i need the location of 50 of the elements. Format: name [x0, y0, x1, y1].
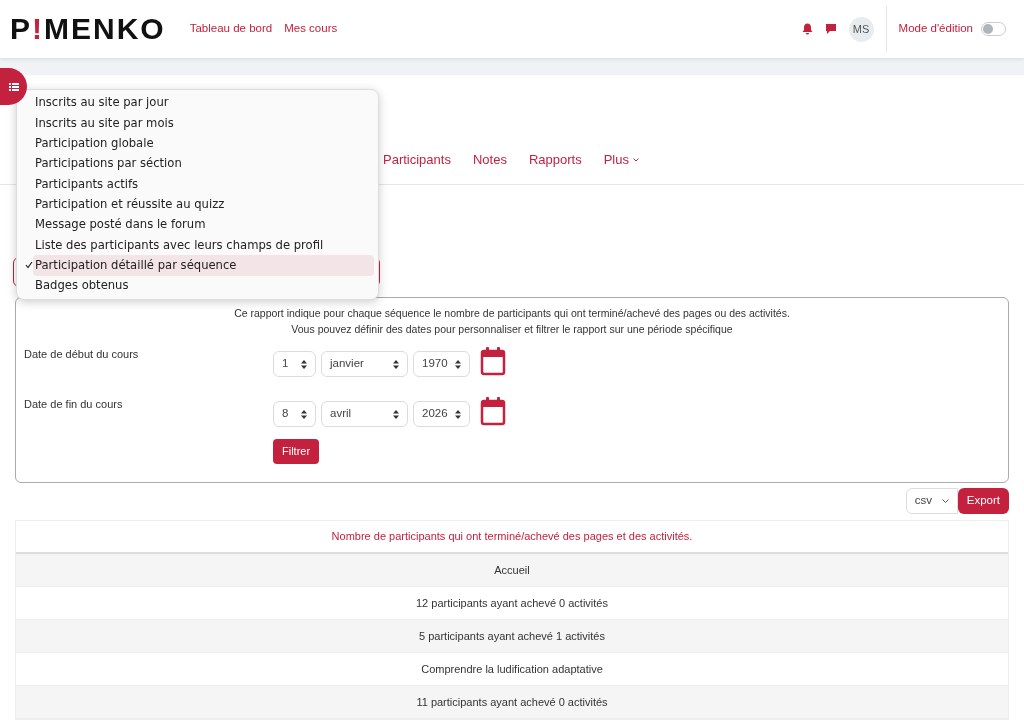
menu-item[interactable]: Participation globale — [33, 133, 374, 154]
menu-item[interactable]: Participations par séction — [33, 153, 374, 175]
dropdown[interactable]: janvier — [321, 351, 408, 377]
calendar-icon[interactable] — [480, 396, 506, 426]
course-tab[interactable]: Notes — [472, 150, 507, 178]
dropdown[interactable]: 2026 — [413, 401, 470, 427]
table-cell: 11 participants ayant achevé 0 activités — [16, 686, 1008, 719]
caret-icon — [941, 499, 949, 503]
course-tab[interactable]: Rapports — [528, 150, 582, 178]
dropdown[interactable]: 1 — [273, 351, 316, 377]
menu-item[interactable]: Liste des participants avec leurs champs de profil — [33, 235, 374, 256]
sort-arrows-icon — [455, 409, 461, 419]
report-description: Vous pouvez définir des dates pour personnaliser et filtrer le rapport sur une période spécifique — [290, 322, 734, 337]
date-label: Date de début du cours — [24, 347, 140, 362]
sort-arrows-icon — [301, 409, 307, 419]
bell-icon[interactable] — [801, 23, 813, 35]
list-icon — [8, 82, 19, 91]
sort-arrows-icon — [393, 359, 399, 369]
checkmark-icon — [25, 261, 33, 270]
menu-item[interactable]: Badges obtenus — [33, 275, 374, 296]
menu-item[interactable]: Participants actifs — [33, 174, 374, 195]
menu-item[interactable]: Inscrits au site par mois — [33, 113, 374, 134]
filter-button[interactable]: Filtrer — [273, 439, 320, 464]
table-cell: Accueil — [16, 554, 1008, 587]
menu-item[interactable]: Inscrits au site par jour — [33, 93, 374, 114]
dropdown[interactable]: 1970 — [413, 351, 470, 377]
menu-item[interactable]: Participation et réussite au quizz — [33, 194, 374, 215]
format-select[interactable]: csv — [905, 488, 958, 514]
dropdown[interactable]: 8 — [273, 401, 316, 427]
export-button[interactable]: Export — [957, 488, 1009, 514]
chat-icon[interactable] — [824, 23, 837, 35]
report-description: Ce rapport indique pour chaque séquence le nombre de participants qui ont terminé/achevé des pages ou des activités. — [233, 306, 791, 321]
calendar-icon[interactable] — [480, 346, 506, 376]
caret-icon — [632, 157, 639, 162]
user-avatar[interactable]: MS — [848, 16, 874, 42]
edit-mode-toggle[interactable] — [981, 22, 1006, 36]
table-cell: 5 participants ayant achevé 1 activités — [16, 620, 1008, 653]
course-tab[interactable]: Plus — [603, 150, 639, 178]
sort-arrows-icon — [393, 409, 399, 419]
nav-link[interactable]: Tableau de bord — [189, 20, 273, 38]
course-tab[interactable]: Participants — [383, 150, 451, 178]
sort-arrows-icon — [301, 359, 307, 369]
edit-mode-label: Mode d'édition — [898, 21, 973, 37]
menu-item[interactable]: Participation détaillé par séquence — [33, 255, 374, 276]
date-label: Date de fin du cours — [24, 397, 124, 412]
dropdown[interactable]: avril — [321, 401, 408, 427]
menu-item[interactable]: Message posté dans le forum — [33, 214, 374, 236]
logo[interactable]: P!MENKO — [10, 14, 166, 44]
sort-arrows-icon — [455, 359, 461, 369]
nav-link[interactable]: Mes cours — [284, 20, 338, 38]
